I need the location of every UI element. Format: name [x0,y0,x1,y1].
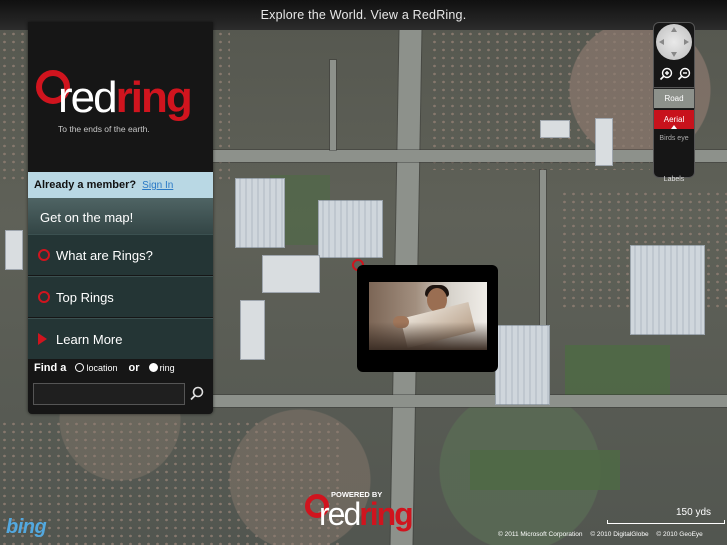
pan-west-icon[interactable] [659,39,664,45]
pan-north-icon[interactable] [671,27,677,32]
find-a-label: Find a [34,362,67,374]
menu-item-what-are-rings[interactable]: What are Rings? [28,234,213,275]
map-scale-label: 150 yds [676,507,712,518]
map-scale-bar [607,520,725,524]
get-on-map-label: Get on the map! [40,210,134,225]
menu-item-label: Top Rings [56,290,114,305]
location-radio[interactable] [75,363,85,372]
birds-eye-view-button[interactable]: Birds eye [654,129,694,148]
member-bar: Already a member? Sign In [28,172,213,198]
banner-tagline: Explore the World. View a RedRing. [260,8,467,22]
credit-text: © 2010 GeoEye [656,531,703,538]
ring-preview-popup[interactable] [357,265,498,372]
or-label: or [128,362,140,374]
map-navigation-control: Road Aerial Birds eye [653,22,695,178]
logo-text-ring: ring [115,73,193,122]
labels-toggle[interactable]: Labels [653,176,695,183]
building [630,245,705,335]
get-on-map-button[interactable]: Get on the map! [28,198,213,234]
ring-video-thumbnail[interactable] [369,282,487,350]
powered-by-redring-logo[interactable]: POWERED BY redring [305,490,430,535]
cross-road [213,150,727,162]
logo-text-red: red [58,73,118,122]
logo-slogan: To the ends of the earth. [58,124,150,134]
menu-item-top-rings[interactable]: Top Rings [28,276,213,317]
credit-text: © 2010 DigitalGlobe [590,531,649,538]
residential-area [430,30,650,170]
field-area [470,450,620,490]
ring-radio[interactable] [148,363,158,372]
map-credits: © 2011 Microsoft Corporation © 2010 Digi… [498,531,709,538]
building [262,255,320,293]
menu-item-learn-more[interactable]: Learn More [28,318,213,359]
building [240,300,265,360]
search-icon[interactable] [188,385,206,403]
redring-logo[interactable]: redring To the ends of the earth. [34,68,204,148]
building [595,118,613,166]
ring-icon [38,249,50,261]
building [540,120,570,138]
bing-logo: bing [6,516,47,538]
menu-item-label: Learn More [56,332,123,347]
play-arrow-icon [38,333,47,345]
location-radio-label: location [86,363,118,373]
compass-pan-control[interactable] [656,24,692,60]
credit-text: © 2011 Microsoft Corporation [498,531,583,538]
ring-radio-label: ring [159,363,175,373]
cross-road [213,395,727,407]
building [5,230,23,270]
sign-in-link[interactable]: Sign In [142,180,173,191]
search-field-wrapper [33,383,185,405]
zoom-in-icon[interactable] [659,67,673,81]
logo-text-ring: ring [359,496,413,532]
pan-south-icon[interactable] [671,52,677,57]
search-input[interactable] [34,384,184,404]
ring-icon [38,291,50,303]
zoom-out-icon[interactable] [677,67,691,81]
residential-area [0,420,340,545]
menu-item-label: What are Rings? [56,248,153,263]
building [318,200,383,258]
side-road [330,60,336,150]
building [495,325,550,405]
road-view-button[interactable]: Road [654,89,694,108]
pan-east-icon[interactable] [684,39,689,45]
find-a-options: Find a location or ring [34,362,181,374]
member-prompt: Already a member? [34,179,137,191]
logo-text-red: red [319,496,361,532]
building [235,178,285,248]
